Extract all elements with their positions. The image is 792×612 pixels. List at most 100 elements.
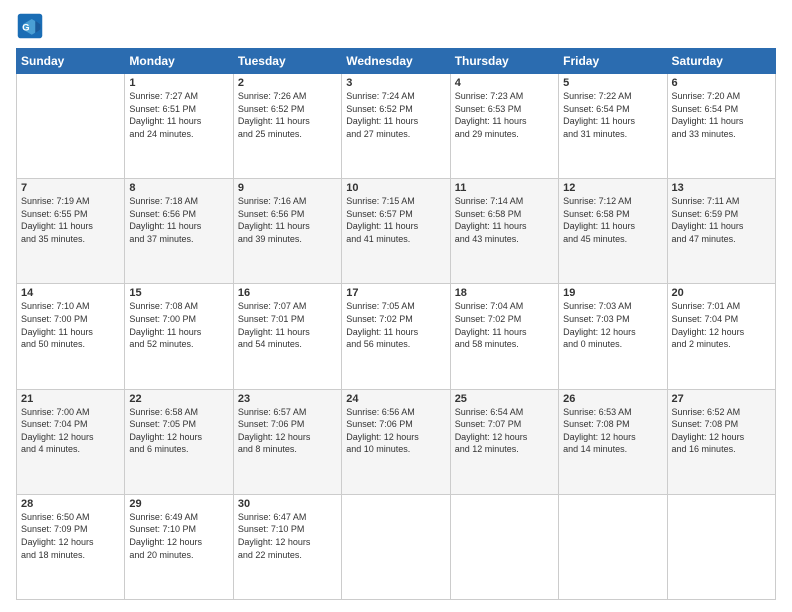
day-number: 7 [21,182,120,194]
day-info: Sunrise: 7:14 AMSunset: 6:58 PMDaylight:… [455,195,554,245]
day-number: 17 [346,287,445,299]
day-info: Sunrise: 7:23 AMSunset: 6:53 PMDaylight:… [455,90,554,140]
day-info: Sunrise: 6:47 AMSunset: 7:10 PMDaylight:… [238,511,337,561]
day-number: 30 [238,498,337,510]
logo: G [16,12,48,40]
calendar-cell [17,74,125,179]
calendar-week-row: 21Sunrise: 7:00 AMSunset: 7:04 PMDayligh… [17,389,776,494]
day-number: 21 [21,393,120,405]
day-info: Sunrise: 6:54 AMSunset: 7:07 PMDaylight:… [455,406,554,456]
weekday-header-tuesday: Tuesday [233,49,341,74]
day-info: Sunrise: 6:50 AMSunset: 7:09 PMDaylight:… [21,511,120,561]
calendar-cell [450,494,558,599]
day-number: 19 [563,287,662,299]
calendar-cell [667,494,775,599]
day-number: 10 [346,182,445,194]
calendar-cell: 13Sunrise: 7:11 AMSunset: 6:59 PMDayligh… [667,179,775,284]
day-info: Sunrise: 7:22 AMSunset: 6:54 PMDaylight:… [563,90,662,140]
day-info: Sunrise: 7:19 AMSunset: 6:55 PMDaylight:… [21,195,120,245]
day-number: 13 [672,182,771,194]
calendar-cell: 17Sunrise: 7:05 AMSunset: 7:02 PMDayligh… [342,284,450,389]
calendar-week-row: 28Sunrise: 6:50 AMSunset: 7:09 PMDayligh… [17,494,776,599]
calendar-cell: 24Sunrise: 6:56 AMSunset: 7:06 PMDayligh… [342,389,450,494]
day-number: 4 [455,77,554,89]
day-info: Sunrise: 7:12 AMSunset: 6:58 PMDaylight:… [563,195,662,245]
day-info: Sunrise: 7:03 AMSunset: 7:03 PMDaylight:… [563,300,662,350]
day-number: 11 [455,182,554,194]
day-number: 12 [563,182,662,194]
weekday-header-thursday: Thursday [450,49,558,74]
logo-icon: G [16,12,44,40]
calendar-cell: 29Sunrise: 6:49 AMSunset: 7:10 PMDayligh… [125,494,233,599]
calendar-week-row: 14Sunrise: 7:10 AMSunset: 7:00 PMDayligh… [17,284,776,389]
calendar-cell: 26Sunrise: 6:53 AMSunset: 7:08 PMDayligh… [559,389,667,494]
day-number: 29 [129,498,228,510]
day-info: Sunrise: 7:26 AMSunset: 6:52 PMDaylight:… [238,90,337,140]
calendar-cell: 16Sunrise: 7:07 AMSunset: 7:01 PMDayligh… [233,284,341,389]
day-info: Sunrise: 6:53 AMSunset: 7:08 PMDaylight:… [563,406,662,456]
calendar-cell [559,494,667,599]
day-info: Sunrise: 7:16 AMSunset: 6:56 PMDaylight:… [238,195,337,245]
weekday-header-friday: Friday [559,49,667,74]
calendar-cell: 27Sunrise: 6:52 AMSunset: 7:08 PMDayligh… [667,389,775,494]
day-number: 18 [455,287,554,299]
day-number: 16 [238,287,337,299]
day-info: Sunrise: 7:07 AMSunset: 7:01 PMDaylight:… [238,300,337,350]
day-info: Sunrise: 6:52 AMSunset: 7:08 PMDaylight:… [672,406,771,456]
calendar-cell: 11Sunrise: 7:14 AMSunset: 6:58 PMDayligh… [450,179,558,284]
weekday-header-saturday: Saturday [667,49,775,74]
day-info: Sunrise: 7:15 AMSunset: 6:57 PMDaylight:… [346,195,445,245]
day-number: 14 [21,287,120,299]
day-number: 26 [563,393,662,405]
calendar-cell: 23Sunrise: 6:57 AMSunset: 7:06 PMDayligh… [233,389,341,494]
calendar-cell: 19Sunrise: 7:03 AMSunset: 7:03 PMDayligh… [559,284,667,389]
day-info: Sunrise: 6:57 AMSunset: 7:06 PMDaylight:… [238,406,337,456]
calendar-cell: 18Sunrise: 7:04 AMSunset: 7:02 PMDayligh… [450,284,558,389]
calendar-cell: 8Sunrise: 7:18 AMSunset: 6:56 PMDaylight… [125,179,233,284]
header: G [16,12,776,40]
day-number: 2 [238,77,337,89]
day-number: 9 [238,182,337,194]
calendar-cell: 7Sunrise: 7:19 AMSunset: 6:55 PMDaylight… [17,179,125,284]
day-info: Sunrise: 7:01 AMSunset: 7:04 PMDaylight:… [672,300,771,350]
calendar-week-row: 1Sunrise: 7:27 AMSunset: 6:51 PMDaylight… [17,74,776,179]
day-info: Sunrise: 7:00 AMSunset: 7:04 PMDaylight:… [21,406,120,456]
day-number: 27 [672,393,771,405]
weekday-header-wednesday: Wednesday [342,49,450,74]
svg-text:G: G [22,22,29,33]
calendar-cell: 21Sunrise: 7:00 AMSunset: 7:04 PMDayligh… [17,389,125,494]
calendar-cell: 3Sunrise: 7:24 AMSunset: 6:52 PMDaylight… [342,74,450,179]
calendar-cell: 30Sunrise: 6:47 AMSunset: 7:10 PMDayligh… [233,494,341,599]
day-info: Sunrise: 7:04 AMSunset: 7:02 PMDaylight:… [455,300,554,350]
calendar-cell: 6Sunrise: 7:20 AMSunset: 6:54 PMDaylight… [667,74,775,179]
calendar-week-row: 7Sunrise: 7:19 AMSunset: 6:55 PMDaylight… [17,179,776,284]
day-number: 1 [129,77,228,89]
calendar-cell: 14Sunrise: 7:10 AMSunset: 7:00 PMDayligh… [17,284,125,389]
day-number: 24 [346,393,445,405]
day-number: 3 [346,77,445,89]
calendar-cell: 1Sunrise: 7:27 AMSunset: 6:51 PMDaylight… [125,74,233,179]
day-number: 28 [21,498,120,510]
calendar-header-row: SundayMondayTuesdayWednesdayThursdayFrid… [17,49,776,74]
day-info: Sunrise: 7:24 AMSunset: 6:52 PMDaylight:… [346,90,445,140]
day-info: Sunrise: 7:10 AMSunset: 7:00 PMDaylight:… [21,300,120,350]
day-info: Sunrise: 7:05 AMSunset: 7:02 PMDaylight:… [346,300,445,350]
day-number: 8 [129,182,228,194]
calendar-cell: 2Sunrise: 7:26 AMSunset: 6:52 PMDaylight… [233,74,341,179]
day-number: 23 [238,393,337,405]
calendar-cell: 4Sunrise: 7:23 AMSunset: 6:53 PMDaylight… [450,74,558,179]
calendar-table: SundayMondayTuesdayWednesdayThursdayFrid… [16,48,776,600]
day-info: Sunrise: 7:08 AMSunset: 7:00 PMDaylight:… [129,300,228,350]
calendar-cell: 25Sunrise: 6:54 AMSunset: 7:07 PMDayligh… [450,389,558,494]
day-number: 6 [672,77,771,89]
calendar-cell: 22Sunrise: 6:58 AMSunset: 7:05 PMDayligh… [125,389,233,494]
calendar-cell: 10Sunrise: 7:15 AMSunset: 6:57 PMDayligh… [342,179,450,284]
day-number: 20 [672,287,771,299]
calendar-cell: 20Sunrise: 7:01 AMSunset: 7:04 PMDayligh… [667,284,775,389]
calendar-cell [342,494,450,599]
weekday-header-sunday: Sunday [17,49,125,74]
calendar-cell: 9Sunrise: 7:16 AMSunset: 6:56 PMDaylight… [233,179,341,284]
day-info: Sunrise: 6:58 AMSunset: 7:05 PMDaylight:… [129,406,228,456]
calendar-cell: 28Sunrise: 6:50 AMSunset: 7:09 PMDayligh… [17,494,125,599]
day-number: 15 [129,287,228,299]
